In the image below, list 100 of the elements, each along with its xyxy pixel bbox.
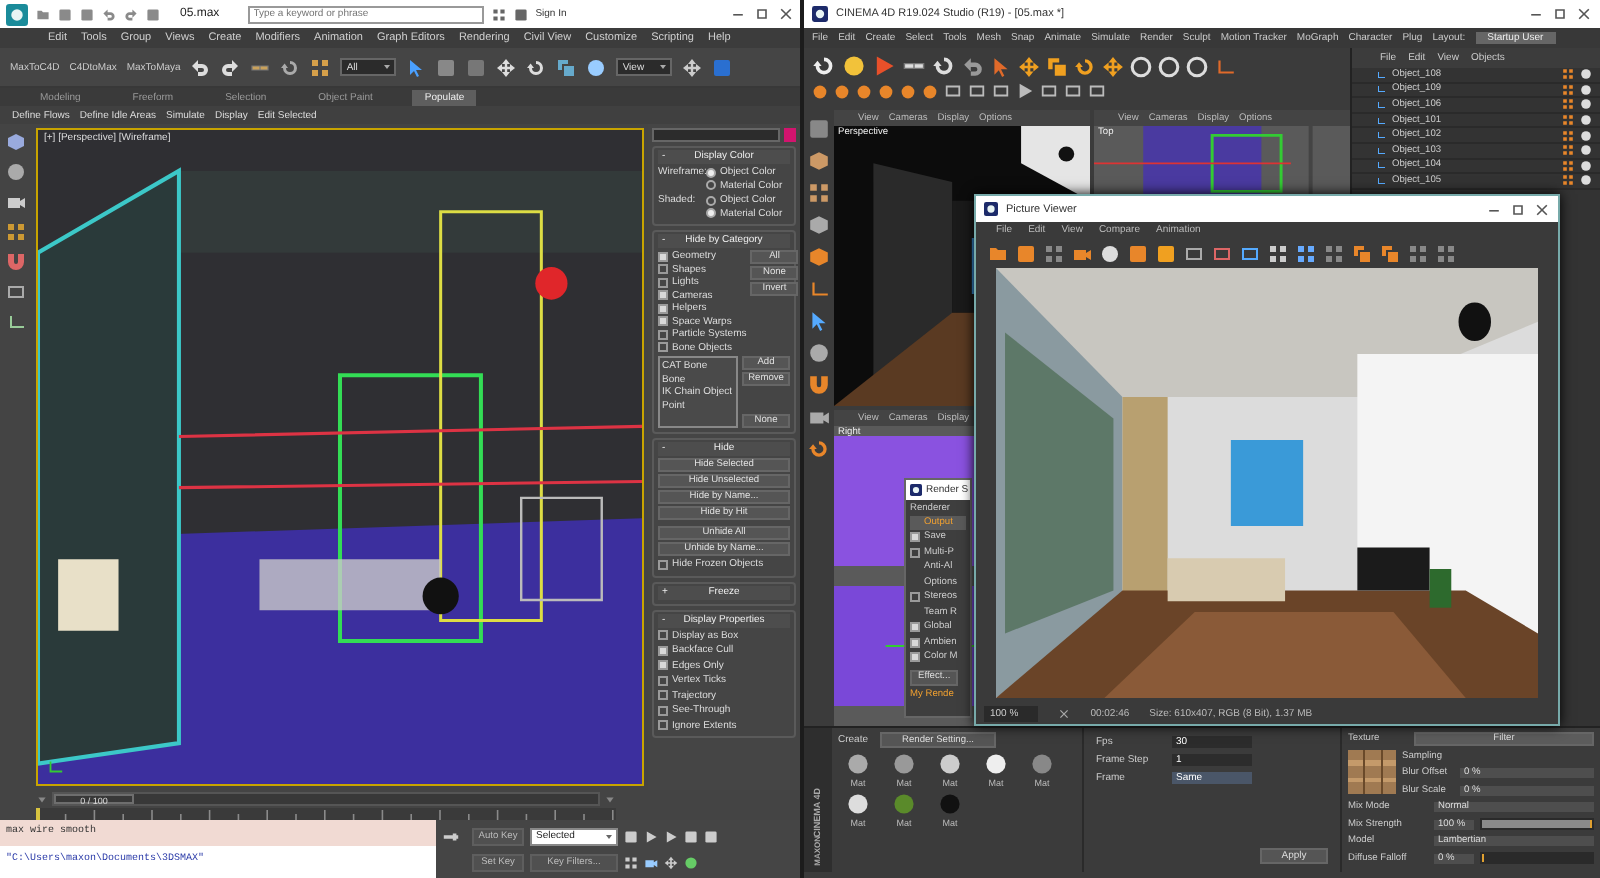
- pointer-icon[interactable]: [808, 310, 830, 332]
- play-icon[interactable]: [1016, 82, 1034, 100]
- cube-icon[interactable]: [808, 150, 830, 172]
- checkbox[interactable]: [658, 277, 668, 288]
- maximize-icon[interactable]: [1552, 6, 1568, 22]
- grid-icon[interactable]: [6, 222, 26, 242]
- rotate-icon[interactable]: [932, 54, 956, 78]
- checkbox[interactable]: [658, 720, 668, 731]
- axis-icon[interactable]: [1214, 55, 1236, 77]
- cube-icon[interactable]: [6, 132, 26, 152]
- circle-icon[interactable]: [1158, 55, 1180, 77]
- checkbox[interactable]: [658, 264, 668, 275]
- checkbox[interactable]: [658, 705, 668, 716]
- checkbox[interactable]: [658, 675, 668, 686]
- square-icon[interactable]: [58, 7, 72, 21]
- magnet-icon[interactable]: [6, 252, 26, 272]
- undo-icon[interactable]: [962, 55, 984, 77]
- sphere-icon[interactable]: [808, 342, 830, 364]
- magnet-icon[interactable]: [808, 374, 830, 396]
- square-icon[interactable]: [146, 7, 160, 21]
- close-icon[interactable]: [1534, 201, 1550, 217]
- undo-icon[interactable]: [102, 7, 116, 21]
- cube-icon[interactable]: [808, 246, 830, 268]
- checkbox[interactable]: [910, 652, 920, 662]
- checkbox[interactable]: [910, 547, 920, 557]
- grid-icon[interactable]: [1408, 243, 1428, 263]
- sphere-icon[interactable]: [586, 57, 607, 77]
- square-icon[interactable]: [513, 7, 528, 21]
- square-icon[interactable]: [808, 118, 830, 140]
- radio-button[interactable]: [706, 180, 716, 191]
- checkbox[interactable]: [658, 251, 668, 262]
- scale-icon[interactable]: [556, 57, 577, 77]
- checkbox[interactable]: [658, 630, 668, 641]
- sphere-icon[interactable]: [842, 54, 866, 78]
- scale-icon[interactable]: [1352, 243, 1372, 263]
- move-icon[interactable]: [664, 855, 678, 869]
- sphere-icon: [892, 792, 916, 816]
- move-icon[interactable]: [1102, 55, 1124, 77]
- close-icon[interactable]: [778, 6, 794, 22]
- close-icon[interactable]: [1058, 707, 1071, 719]
- sphere-icon[interactable]: [684, 855, 698, 869]
- checkbox[interactable]: [658, 645, 668, 656]
- rotate-icon[interactable]: [808, 438, 830, 460]
- checkbox[interactable]: [910, 592, 920, 602]
- grid-icon[interactable]: [491, 7, 506, 21]
- redo-icon[interactable]: [124, 7, 138, 21]
- move-icon[interactable]: [1018, 55, 1040, 77]
- square-icon[interactable]: [436, 57, 457, 77]
- grid-icon[interactable]: [624, 855, 638, 869]
- radio-button[interactable]: [706, 195, 716, 206]
- square-icon[interactable]: [624, 829, 638, 843]
- checkbox[interactable]: [910, 622, 920, 632]
- color-swatch[interactable]: [784, 128, 796, 142]
- rotate-icon[interactable]: [280, 57, 301, 77]
- current-frame-marker[interactable]: [36, 808, 40, 820]
- redo-icon[interactable]: [220, 57, 241, 77]
- move-icon[interactable]: [682, 57, 703, 77]
- sphere-icon: [938, 752, 962, 776]
- rotate-icon[interactable]: [1074, 55, 1096, 77]
- maximize-icon[interactable]: [1510, 201, 1526, 217]
- grid-icon[interactable]: [808, 182, 830, 204]
- close-icon[interactable]: [1576, 6, 1592, 22]
- checkbox[interactable]: [910, 532, 920, 542]
- circle-icon[interactable]: [1130, 55, 1152, 77]
- square-icon[interactable]: [684, 829, 698, 843]
- folder-icon[interactable]: [36, 7, 50, 21]
- axis-icon[interactable]: [808, 278, 830, 300]
- maximize-icon[interactable]: [754, 6, 770, 22]
- square-icon[interactable]: [80, 7, 94, 21]
- pointer-icon[interactable]: [406, 57, 427, 77]
- checkbox[interactable]: [658, 303, 668, 314]
- sphere-icon[interactable]: [6, 162, 26, 182]
- name-field[interactable]: [652, 128, 780, 142]
- checkbox[interactable]: [658, 660, 668, 671]
- checkbox[interactable]: [658, 290, 668, 301]
- checkbox[interactable]: [658, 559, 668, 570]
- camera-icon[interactable]: [6, 192, 26, 212]
- grid-icon[interactable]: [310, 57, 331, 77]
- checkbox[interactable]: [910, 637, 920, 647]
- circle-icon[interactable]: [1186, 55, 1208, 77]
- cube-icon[interactable]: [808, 214, 830, 236]
- texture-preview: [1348, 749, 1396, 793]
- rotate-icon[interactable]: [526, 57, 547, 77]
- camera-icon[interactable]: [644, 855, 658, 869]
- radio-button[interactable]: [706, 167, 716, 178]
- app-logo-icon[interactable]: [812, 6, 828, 22]
- checkbox[interactable]: [658, 316, 668, 327]
- move-icon[interactable]: [496, 57, 517, 77]
- checkbox[interactable]: [658, 690, 668, 701]
- rotate-icon[interactable]: [812, 54, 836, 78]
- scale-icon[interactable]: [1046, 55, 1068, 77]
- scale-icon[interactable]: [1380, 243, 1400, 263]
- undo-icon[interactable]: [190, 57, 211, 77]
- radio-button[interactable]: [706, 208, 716, 219]
- checkbox[interactable]: [658, 329, 668, 340]
- axis-icon[interactable]: [6, 312, 26, 332]
- pointer-icon[interactable]: [990, 55, 1012, 77]
- checkbox[interactable]: [658, 342, 668, 353]
- grid-icon[interactable]: [1436, 243, 1456, 263]
- square-icon[interactable]: [704, 829, 718, 843]
